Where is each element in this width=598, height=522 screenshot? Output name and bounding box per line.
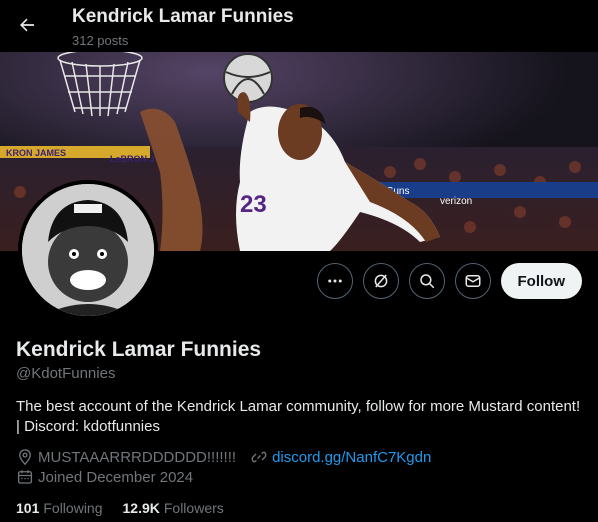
location-text: MUSTAAARRRDDDDDD!!!!!!! <box>38 448 237 466</box>
avatar[interactable] <box>18 180 158 320</box>
grok-icon <box>374 274 387 288</box>
follow-button[interactable]: Follow <box>500 263 582 299</box>
more-button[interactable] <box>316 263 353 299</box>
following-count: 101 <box>16 500 40 516</box>
more-icon <box>327 279 342 283</box>
banner-text-1: KRON JAMES <box>6 148 66 158</box>
header-title: Kendrick Lamar Funnies <box>72 6 294 27</box>
follow-stats: 101 Following 12.9K Followers <box>16 500 224 516</box>
back-button[interactable] <box>10 8 44 42</box>
following-link[interactable]: 101 Following <box>16 500 103 516</box>
profile-actions: Follow <box>316 263 582 299</box>
banner-text-2: LeBRON J <box>110 154 155 164</box>
followers-link[interactable]: 12.9K Followers <box>123 500 224 516</box>
followers-count: 12.9K <box>122 500 160 516</box>
banner-jersey-number: 23 <box>240 191 267 218</box>
location-website-row: MUSTAAARRRDDDDDD!!!!!!! discord.gg/NanfC… <box>16 448 431 466</box>
message-icon <box>465 275 480 287</box>
post-count: 312 posts <box>72 33 129 48</box>
link-icon <box>251 451 267 463</box>
website-link[interactable]: discord.gg/NanfC7Kgdn <box>272 449 431 466</box>
followers-label: Followers <box>163 500 224 516</box>
location-pin-icon <box>19 449 31 466</box>
arrow-left-icon <box>20 18 34 32</box>
grok-button[interactable] <box>362 263 399 299</box>
bio: The best account of the Kendrick Lamar c… <box>16 398 581 435</box>
banner-text-4: verizon <box>440 196 472 207</box>
top-bar: Kendrick Lamar Funnies 312 posts <box>0 0 598 52</box>
search-button[interactable] <box>408 263 445 299</box>
display-name: Kendrick Lamar Funnies <box>16 338 262 361</box>
search-icon <box>419 274 434 289</box>
handle: @KdotFunnies <box>16 365 116 382</box>
following-label: Following <box>43 500 103 516</box>
message-button[interactable] <box>454 263 491 299</box>
joined-row: Joined December 2024 <box>16 468 193 486</box>
joined-text: Joined December 2024 <box>38 468 194 486</box>
calendar-icon <box>17 470 33 484</box>
